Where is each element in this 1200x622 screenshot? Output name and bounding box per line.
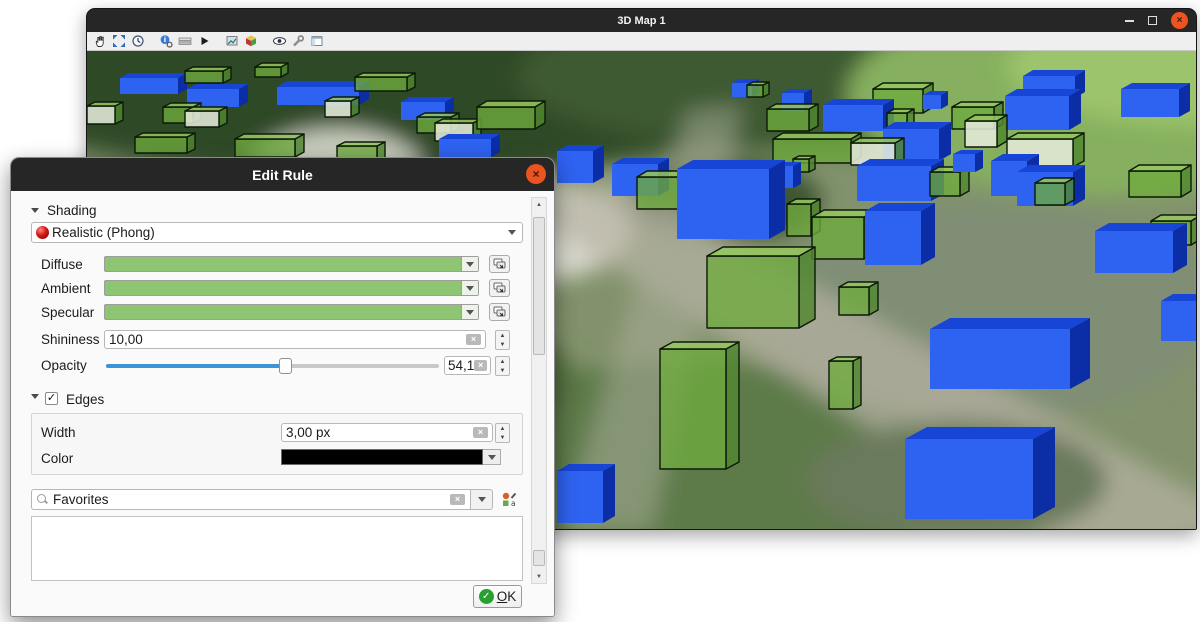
minimize-icon[interactable] (1125, 20, 1134, 22)
zoom-full-icon[interactable] (111, 34, 127, 49)
diffuse-override-button[interactable] (489, 255, 510, 273)
dialog-titlebar[interactable]: Edit Rule × (11, 158, 554, 191)
style-manager-icon: a (502, 492, 517, 507)
svg-text:a: a (511, 499, 516, 507)
search-icon (37, 494, 48, 505)
scroll-down-icon[interactable]: ▼ (532, 570, 546, 583)
ok-check-icon: ✓ (479, 589, 494, 604)
phong-sphere-icon (36, 226, 49, 239)
map-toolbar: i (87, 32, 1196, 51)
collapse-triangle-icon[interactable] (31, 208, 39, 213)
shading-type-combobox[interactable]: Realistic (Phong) (31, 222, 523, 243)
opacity-slider-fill (106, 364, 286, 368)
window-close-icon[interactable]: × (1171, 12, 1188, 29)
style-filter-dropdown[interactable] (471, 489, 493, 510)
shininess-spinner[interactable]: ▲ ▼ (495, 330, 510, 350)
chevron-down-icon[interactable] (461, 305, 478, 319)
chevron-down-icon (508, 230, 516, 235)
edges-section-label: Edges (66, 392, 104, 407)
edit-rule-dialog: Edit Rule × Shading Realistic (Phong) Di… (10, 157, 555, 617)
edge-width-spinner[interactable]: ▲ ▼ (495, 423, 510, 443)
edge-width-value: 3,00 px (286, 425, 473, 440)
shading-section-label: Shading (47, 203, 97, 218)
scrollbar-thumb[interactable] (533, 217, 545, 355)
edges-checkbox[interactable]: ✓ (45, 392, 58, 405)
specular-label: Specular (41, 305, 94, 320)
ambient-override-button[interactable] (489, 279, 510, 297)
identify-icon[interactable]: i (158, 34, 174, 49)
measure-line-icon[interactable] (177, 34, 193, 49)
edges-section-header[interactable] (31, 394, 39, 399)
edge-color-dropdown[interactable] (483, 449, 501, 465)
ambient-color-button[interactable] (104, 280, 479, 296)
edge-color-label: Color (41, 451, 73, 466)
map-window-title: 3D Map 1 (617, 15, 665, 27)
desktop: 3D Map 1 × i (0, 0, 1200, 622)
style-manager-button[interactable]: a (501, 491, 518, 508)
data-defined-override-icon (493, 282, 507, 294)
svg-text:i: i (164, 36, 166, 44)
spin-down-icon[interactable]: ▼ (496, 366, 509, 375)
opacity-slider[interactable] (106, 364, 439, 368)
shading-section-header[interactable]: Shading (31, 203, 97, 218)
data-defined-override-icon (493, 258, 507, 270)
opacity-spinner[interactable]: ▲ ▼ (495, 356, 510, 376)
dock-panel-icon[interactable] (309, 34, 325, 49)
chevron-down-icon[interactable] (461, 281, 478, 295)
opacity-input[interactable]: 54,1 × (444, 356, 491, 375)
data-defined-override-icon (493, 306, 507, 318)
scrollbar-thumb-lower (533, 550, 545, 566)
spin-up-icon[interactable]: ▲ (496, 357, 509, 366)
spin-down-icon[interactable]: ▼ (496, 433, 509, 442)
shininess-label: Shininess (41, 332, 100, 347)
ambient-label: Ambient (41, 281, 91, 296)
clear-icon[interactable]: × (473, 427, 488, 438)
shading-type-value: Realistic (Phong) (52, 225, 508, 240)
export-3d-scene-icon[interactable] (243, 34, 259, 49)
dialog-body: Shading Realistic (Phong) Diffuse Ambien… (11, 191, 554, 617)
edge-color-swatch[interactable] (281, 449, 483, 465)
chevron-down-icon[interactable] (461, 257, 478, 271)
pan-camera-icon[interactable] (92, 34, 108, 49)
diffuse-label: Diffuse (41, 257, 83, 272)
specular-color-button[interactable] (104, 304, 479, 320)
spin-up-icon[interactable]: ▲ (496, 331, 509, 340)
opacity-slider-handle[interactable] (279, 358, 292, 374)
dialog-title: Edit Rule (252, 167, 313, 183)
style-favorites-list[interactable] (31, 516, 523, 581)
edge-width-label: Width (41, 425, 76, 440)
shininess-value: 10,00 (109, 332, 466, 347)
style-search-input[interactable]: Favorites × (31, 489, 471, 510)
configure-wrench-icon[interactable] (290, 34, 306, 49)
specular-override-button[interactable] (489, 303, 510, 321)
dialog-close-icon[interactable]: × (526, 164, 546, 184)
animation-clock-icon[interactable] (130, 34, 146, 49)
check-icon: ✓ (47, 393, 56, 404)
clear-icon[interactable]: × (450, 494, 465, 505)
clear-icon[interactable]: × (466, 334, 481, 345)
ok-button[interactable]: ✓ OK (473, 585, 522, 608)
maximize-icon[interactable] (1148, 16, 1157, 25)
edge-width-input[interactable]: 3,00 px × (281, 423, 493, 442)
map-window-titlebar[interactable]: 3D Map 1 × (87, 9, 1196, 32)
opacity-label: Opacity (41, 358, 87, 373)
scroll-up-icon[interactable]: ▲ (532, 198, 546, 211)
export-image-icon[interactable] (224, 34, 240, 49)
spin-down-icon[interactable]: ▼ (496, 340, 509, 349)
shininess-input[interactable]: 10,00 × (104, 330, 486, 349)
clear-icon[interactable]: × (474, 360, 487, 371)
play-animation-icon[interactable] (196, 34, 212, 49)
dialog-scrollbar[interactable]: ▲ ▼ (531, 197, 547, 584)
opacity-value: 54,1 (448, 358, 474, 373)
style-filter-value: Favorites (53, 492, 445, 507)
collapse-triangle-icon[interactable] (31, 394, 39, 399)
spin-up-icon[interactable]: ▲ (496, 424, 509, 433)
camera-eye-icon[interactable] (271, 34, 287, 49)
diffuse-color-button[interactable] (104, 256, 479, 272)
ok-button-label: OK (497, 589, 517, 604)
